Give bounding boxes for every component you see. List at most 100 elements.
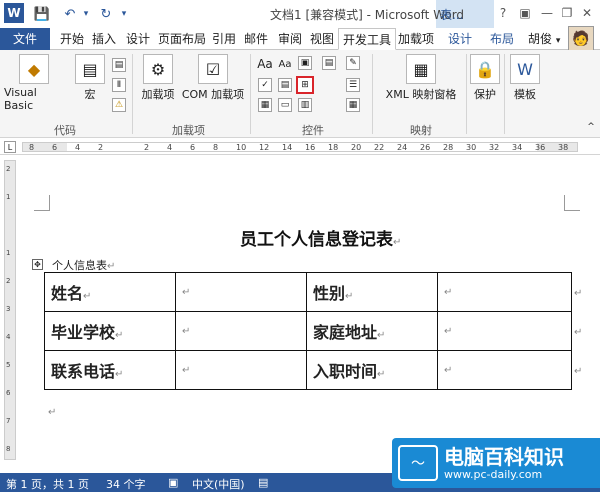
- tab-file[interactable]: 文件: [0, 28, 50, 50]
- tab-page-layout[interactable]: 页面布局: [154, 28, 210, 50]
- date-picker-control-icon[interactable]: ▭: [278, 98, 292, 112]
- group-separator: [132, 54, 133, 134]
- table-cell-label[interactable]: 联系电话↵: [44, 350, 176, 390]
- horizontal-ruler[interactable]: 8 6 4 2 2 4 6 8 10 12 14 16 18 20 22 24 26 28 30 32 34 36 38: [22, 142, 578, 152]
- minimize-icon[interactable]: —: [536, 2, 558, 24]
- undo-dropdown-icon[interactable]: ▾: [80, 4, 92, 24]
- addins-button[interactable]: ⚙ 加载项: [138, 54, 178, 102]
- info-table[interactable]: 姓名↵ ↵ 性别↵ ↵ 毕业学校↵ ↵ 家庭地址↵ ↵ 联系电话↵ ↵ 入职时间…: [44, 272, 572, 390]
- tab-references[interactable]: 引用: [208, 28, 240, 50]
- collapse-ribbon-icon[interactable]: ^: [584, 120, 598, 134]
- user-name[interactable]: 胡俊 ▾: [528, 28, 560, 52]
- table-cell-value[interactable]: ↵: [175, 272, 307, 312]
- macro-icon: ▤: [75, 54, 105, 84]
- table-caption-text: 个人信息表: [52, 259, 107, 272]
- xml-mapping-label: XML 映射窗格: [385, 88, 457, 101]
- save-icon[interactable]: 💾: [32, 4, 52, 24]
- protect-button[interactable]: 🔒 保护: [468, 54, 502, 102]
- restore-icon[interactable]: ❐: [556, 2, 578, 24]
- plain-text-control-icon[interactable]: Aa: [276, 56, 294, 72]
- ruler-tick-label: 2: [98, 143, 104, 152]
- watermark-title: 电脑百科知识: [444, 444, 564, 469]
- word-count[interactable]: 34 个字: [106, 476, 146, 492]
- redo-icon[interactable]: ↻: [96, 4, 116, 24]
- title-bar: W 💾 ↶ ▾ ↻ ▾ 文档1 [兼容模式] - Microsoft Word …: [0, 0, 600, 56]
- group-icon[interactable]: ▦: [346, 98, 360, 112]
- template-button[interactable]: W 模板: [508, 54, 542, 102]
- visual-basic-label: Visual Basic: [4, 86, 37, 112]
- tab-developer[interactable]: 开发工具: [338, 28, 397, 50]
- site-watermark: 〜 电脑百科知识 www.pc-daily.com: [392, 438, 600, 488]
- group-separator: [372, 54, 373, 134]
- ruler-tick-label: 30: [466, 143, 477, 152]
- tab-home[interactable]: 开始: [56, 28, 88, 50]
- table-cell-label[interactable]: 家庭地址↵: [306, 311, 438, 351]
- visual-basic-button[interactable]: ◆ Visual Basic: [4, 54, 64, 112]
- user-name-label: 胡俊: [528, 32, 553, 46]
- tab-selector[interactable]: L: [4, 141, 16, 153]
- group-label-mapping: 映射: [410, 124, 432, 137]
- rich-text-control-icon[interactable]: Aa: [256, 56, 274, 72]
- table-cell-value[interactable]: ↵: [437, 311, 572, 351]
- design-mode-icon[interactable]: ▤: [322, 56, 336, 70]
- building-block-control-icon[interactable]: ▦: [258, 98, 272, 112]
- tab-design[interactable]: 设计: [122, 28, 154, 50]
- ruler-tick-label: 14: [282, 143, 293, 152]
- gear-icon: ⚙: [143, 54, 173, 84]
- macro-button[interactable]: ▤ 宏: [72, 54, 108, 102]
- repeating-section-icon[interactable]: ▥: [298, 98, 312, 112]
- tab-table-design[interactable]: 设计: [444, 28, 476, 50]
- com-addins-button[interactable]: ☑ COM 加载项: [178, 54, 248, 102]
- combo-box-control-icon[interactable]: ▤: [278, 78, 292, 92]
- table-cell-value[interactable]: ↵: [175, 311, 307, 351]
- undo-icon[interactable]: ↶: [60, 4, 80, 24]
- tab-insert[interactable]: 插入: [88, 28, 120, 50]
- customize-qat-icon[interactable]: ▾: [118, 4, 130, 24]
- avatar[interactable]: 🧑: [568, 26, 594, 52]
- paragraph-mark: ↵: [48, 407, 57, 418]
- vertical-ruler[interactable]: 2 1 1 2 3 4 5 6 7 8: [4, 160, 16, 460]
- table-cell-label[interactable]: 入职时间↵: [306, 350, 438, 390]
- language-indicator[interactable]: 中文(中国): [192, 476, 245, 492]
- table-cell-value[interactable]: ↵: [437, 350, 572, 390]
- macro-security-icon[interactable]: ⚠: [112, 98, 126, 112]
- template-icon: W: [510, 54, 540, 84]
- vruler-tick-label: 2: [6, 277, 11, 285]
- table-move-handle-icon[interactable]: ✥: [32, 259, 43, 270]
- table-cell-label[interactable]: 性别↵: [306, 272, 438, 312]
- pause-recording-icon[interactable]: Ⅱ: [112, 78, 126, 92]
- ruler-tick-label: 16: [305, 143, 316, 152]
- tab-view[interactable]: 视图: [306, 28, 338, 50]
- proofing-icon[interactable]: ▣: [168, 476, 178, 489]
- picture-control-icon[interactable]: ▣: [298, 56, 312, 70]
- document-page[interactable]: 员工个人信息登记表↵ ✥ 个人信息表↵ 姓名↵ ↵ 性别↵ ↵ 毕业学校↵ ↵ …: [22, 155, 582, 473]
- macro-record-icon[interactable]: ▤: [258, 476, 268, 489]
- design-mode-ruler-icon[interactable]: ✎: [346, 56, 360, 70]
- tab-review[interactable]: 审阅: [274, 28, 306, 50]
- monitor-icon: 〜: [398, 445, 438, 481]
- watermark-url: www.pc-daily.com: [444, 467, 543, 481]
- help-icon[interactable]: ?: [492, 2, 514, 24]
- checkbox-control-icon[interactable]: ✓: [258, 78, 272, 92]
- xml-mapping-pane-button[interactable]: ▦ XML 映射窗格: [378, 54, 464, 102]
- record-macro-icon[interactable]: ▤: [112, 58, 126, 72]
- table-cell-label[interactable]: 姓名↵: [44, 272, 176, 312]
- legacy-tools-icon[interactable]: ⊞: [296, 76, 314, 94]
- row-end-mark: ↵: [574, 327, 583, 338]
- tab-mailings[interactable]: 邮件: [240, 28, 272, 50]
- table-cell-value[interactable]: ↵: [175, 350, 307, 390]
- close-icon[interactable]: ✕: [576, 2, 598, 24]
- page-count[interactable]: 第 1 页，共 1 页: [6, 476, 89, 492]
- tab-table-layout[interactable]: 布局: [486, 28, 518, 50]
- vruler-tick-label: 1: [6, 249, 11, 257]
- tab-addins[interactable]: 加载项: [394, 28, 438, 50]
- ruler-tick-label: 12: [259, 143, 270, 152]
- ribbon-developer: ◆ Visual Basic ▤ 宏 ▤ Ⅱ ⚠ 代码 ⚙ 加载项 ☑ COM …: [0, 50, 600, 138]
- table-cell-value[interactable]: ↵: [437, 272, 572, 312]
- ruler-tick-label: 36: [535, 143, 546, 152]
- vruler-tick-label: 5: [6, 361, 11, 369]
- table-cell-label[interactable]: 毕业学校↵: [44, 311, 176, 351]
- properties-icon[interactable]: ☰: [346, 78, 360, 92]
- ribbon-display-icon[interactable]: ▣: [514, 2, 536, 24]
- row-end-mark: ↵: [574, 366, 583, 377]
